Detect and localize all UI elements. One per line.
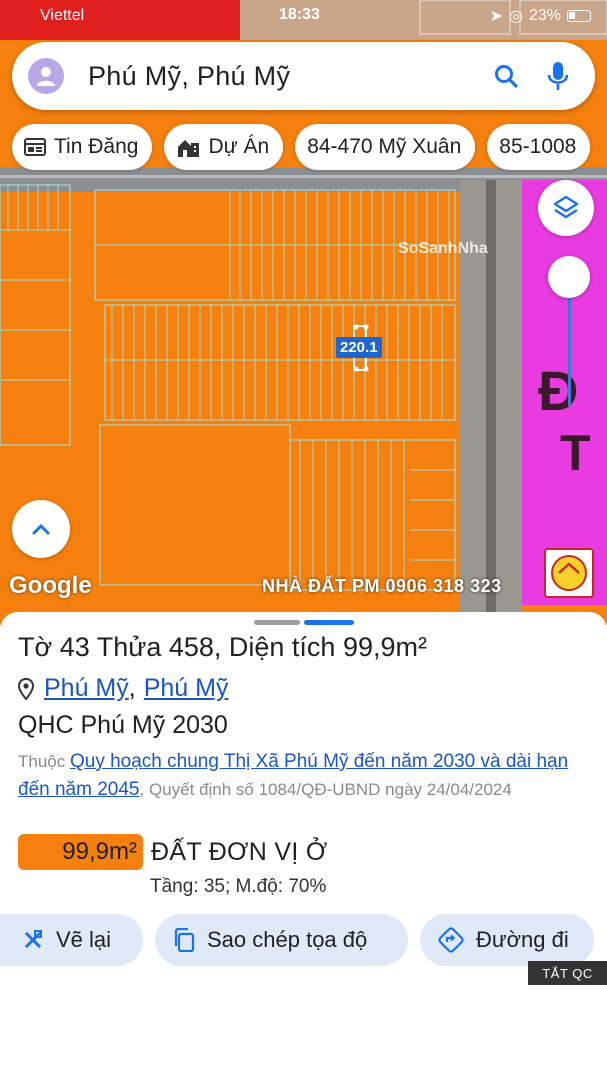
chip-du-an[interactable]: Dự Án [164, 124, 284, 170]
battery-icon [567, 10, 591, 22]
location-pin-icon [18, 677, 34, 700]
search-icon[interactable] [491, 61, 521, 91]
layers-icon [553, 195, 579, 219]
chip-location-1[interactable]: 84-470 Mỹ Xuân [295, 124, 476, 170]
plan-description: Thuộc Quy hoạch chung Thị Xã Phú Mỹ đến … [18, 748, 593, 804]
chip-label: Dự Án [208, 135, 270, 158]
location-row: Phú Mỹ , Phú Mỹ [18, 674, 228, 703]
filter-chips: Tin Đăng Dự Án 84-470 Mỹ Xuân 85-1008 [12, 124, 591, 170]
agent-watermark: NHÀ ĐẤT PM 0906 318 323 [262, 576, 502, 596]
location-separator: , [128, 674, 136, 702]
sosanh-watermark: SoSanhNha [398, 240, 488, 257]
status-right: ➤ ◎ 23% [490, 6, 591, 26]
parcel-info-panel: Tờ 43 Thửa 458, Diện tích 99,9m² Phú Mỹ … [0, 612, 607, 1080]
redraw-button[interactable]: Vẽ lại [0, 914, 143, 966]
layers-button[interactable] [538, 180, 594, 236]
chip-tin-dang[interactable]: Tin Đăng [12, 124, 153, 170]
plan-desc-suffix: , Quyết định số 1084/QĐ-UBND ngày 24/04/… [139, 780, 512, 799]
parcel-title: Tờ 43 Thửa 458, Diện tích 99,9m² [18, 632, 427, 662]
pmh-logo [544, 548, 594, 598]
chevron-up-icon [32, 524, 50, 535]
svg-text:Đ: Đ [538, 359, 578, 422]
copy-label: Sao chép tọa độ [207, 927, 368, 952]
clock: 18:33 [279, 6, 320, 23]
directions-button[interactable]: Đường đi [420, 914, 594, 966]
google-logo: Google [9, 572, 92, 599]
chip-location-2[interactable]: 85-1008 [487, 124, 591, 170]
chip-label: 85-1008 [499, 135, 577, 158]
directions-icon [438, 927, 464, 953]
microphone-icon[interactable] [543, 61, 573, 91]
status-bar: Viettel 18:33 ➤ ◎ 23% [0, 0, 607, 34]
expand-up-button[interactable] [12, 500, 70, 558]
plan-name: QHC Phú Mỹ 2030 [18, 711, 228, 739]
hide-ads-button[interactable]: TẮT QC [528, 961, 607, 985]
action-buttons: Vẽ lại Sao chép tọa độ Đường đi [0, 914, 594, 966]
building-icon [176, 136, 200, 158]
alarm-icon: ◎ [509, 8, 523, 25]
newspaper-icon [24, 137, 46, 157]
chip-label: 84-470 Mỹ Xuân [307, 135, 462, 158]
zone-name: ĐẤT ĐƠN VỊ Ở [151, 837, 328, 866]
lot-label[interactable]: 220.1 [336, 337, 382, 358]
redraw-icon [22, 929, 44, 951]
location-arrow-icon: ➤ [489, 8, 503, 25]
map-view[interactable]: Đ T Viettel 18:33 ➤ ◎ 23% Phú Mỹ, Phú Mỹ… [0, 0, 607, 625]
drag-handle[interactable] [254, 620, 354, 625]
search-input[interactable]: Phú Mỹ, Phú Mỹ [88, 61, 491, 92]
location-link-1[interactable]: Phú Mỹ [44, 674, 129, 703]
zone-meta: Tầng: 35; M.độ: 70% [150, 876, 327, 897]
carrier-label: Viettel [40, 7, 85, 24]
avatar[interactable] [28, 58, 64, 94]
chip-label: Tin Đăng [54, 135, 139, 158]
zone-row: 99,9m² ĐẤT ĐƠN VỊ Ở [18, 834, 328, 870]
location-link-2[interactable]: Phú Mỹ [144, 674, 229, 703]
search-bar[interactable]: Phú Mỹ, Phú Mỹ [12, 42, 595, 110]
battery-percent: 23% [528, 7, 561, 24]
copy-coordinates-button[interactable]: Sao chép tọa độ [155, 914, 408, 966]
opacity-slider-thumb[interactable] [548, 256, 590, 298]
zone-area-badge: 99,9m² [18, 834, 143, 870]
copy-icon [173, 928, 195, 952]
svg-text:T: T [560, 425, 591, 481]
plan-desc-prefix: Thuộc [18, 752, 66, 771]
redraw-label: Vẽ lại [56, 927, 112, 952]
directions-label: Đường đi [476, 927, 569, 952]
user-icon [37, 67, 55, 86]
